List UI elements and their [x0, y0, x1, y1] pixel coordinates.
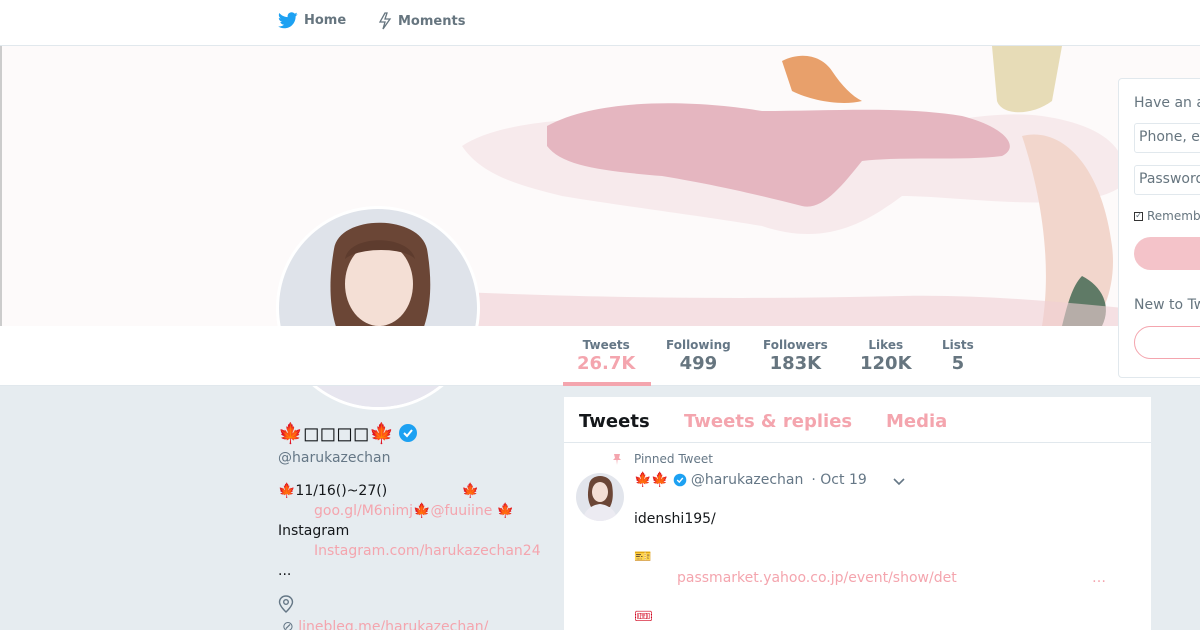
stat-followers[interactable]: Followers 183K — [763, 338, 828, 374]
bio-line-4: Instagram.com/harukazechan24 — [278, 541, 558, 561]
stat-likes-label: Likes — [868, 338, 904, 352]
signup-button[interactable] — [1134, 326, 1200, 359]
tweet-link-more[interactable]: … — [1092, 570, 1106, 586]
bio-line-1-text: 🍁11/16()~27() — [278, 483, 388, 499]
stat-lists-label: Lists — [942, 338, 974, 352]
stat-lists[interactable]: Lists 5 — [942, 338, 974, 374]
stat-following-label: Following — [666, 338, 731, 352]
stat-followers-label: Followers — [763, 338, 828, 352]
stat-tweets-label: Tweets — [582, 338, 630, 352]
profile-handle[interactable]: @harukazechan — [278, 450, 391, 466]
stat-tweets-value: 26.7K — [577, 353, 636, 374]
stat-following[interactable]: Following 499 — [666, 338, 731, 374]
tab-tweets-replies[interactable]: Tweets & replies — [684, 411, 852, 432]
remember-checkbox[interactable]: ✓ — [1134, 211, 1143, 221]
tweet-date[interactable]: · Oct 19 — [811, 472, 866, 488]
nav-moments[interactable]: Moments — [378, 12, 465, 30]
verified-badge-icon — [399, 424, 418, 442]
tab-media[interactable]: Media — [886, 411, 947, 432]
profile-website-text[interactable]: linebleg.me/harukazechan/ — [298, 619, 488, 630]
tweet-author-handle[interactable]: @harukazechan — [691, 472, 804, 488]
bio-line-3: Instagram — [278, 523, 350, 539]
profile-banner[interactable] — [0, 46, 1200, 326]
pin-icon — [613, 454, 621, 465]
tweet-header: 🍁🍁 @harukazechan · Oct 19 — [634, 472, 867, 488]
password-input[interactable]: Password — [1134, 165, 1200, 195]
stat-likes-value: 120K — [860, 353, 912, 374]
nav-moments-label: Moments — [398, 13, 466, 29]
stat-likes[interactable]: Likes 120K — [860, 338, 912, 374]
bird-icon — [278, 12, 298, 29]
profile-stats-bar: Tweets 26.7K Following 499 Followers 183… — [0, 326, 1200, 386]
tweet-avatar[interactable] — [576, 473, 624, 521]
phone-email-input[interactable]: Phone, e — [1134, 123, 1200, 153]
banner-illustration — [2, 46, 1200, 326]
profile-name: 🍁◻◻◻◻🍁 — [278, 421, 418, 445]
ticket-icon-red: 🎟 — [634, 607, 654, 625]
tab-tweets[interactable]: Tweets — [579, 411, 650, 432]
stat-lists-value: 5 — [951, 353, 965, 374]
login-button[interactable] — [1134, 237, 1200, 270]
remember-label: Rememb — [1147, 209, 1200, 223]
tweet-link[interactable]: passmarket.yahoo.co.jp/event/show/det — [677, 570, 957, 586]
bio-link-shortlink[interactable]: goo.gl/M6nimj — [314, 503, 413, 519]
bio-line-1-tail: 🍁 — [461, 483, 480, 499]
nav-home[interactable]: Home — [278, 12, 346, 29]
bio-line-2: goo.gl/M6nimj🍁@fuuiine 🍁 — [278, 501, 558, 521]
profile-bio: 🍁11/16()~27() 🍁 goo.gl/M6nimj🍁@fuuiine 🍁… — [278, 481, 558, 581]
tweet-text: idenshi195/ — [634, 511, 716, 527]
login-panel: Have an a Phone, e Password ✓ Rememb New… — [1118, 78, 1200, 378]
bio-line-2-tail: 🍁 — [496, 503, 515, 519]
bio-line-2-sep: 🍁 — [413, 503, 431, 519]
bio-line-1: 🍁11/16()~27() 🍁 — [278, 481, 558, 501]
stat-tweets[interactable]: Tweets 26.7K — [577, 338, 635, 374]
active-stat-underline — [563, 382, 651, 386]
have-account-text: Have an a — [1134, 95, 1200, 111]
remember-me[interactable]: ✓ Rememb — [1134, 209, 1200, 223]
tweet-verified-icon — [673, 473, 687, 487]
chevron-down-icon[interactable] — [892, 474, 906, 488]
top-navigation: Home Moments — [0, 0, 1200, 46]
new-to-twitter-text: New to Tw — [1134, 297, 1200, 313]
bio-link-mention[interactable]: @fuuiine — [430, 503, 492, 519]
ticket-icon: 🎫 — [634, 549, 652, 565]
lightning-icon — [378, 12, 392, 30]
location-icon — [278, 595, 294, 613]
nav-home-label: Home — [304, 13, 347, 28]
bio-link-instagram[interactable]: Instagram.com/harukazechan24 — [314, 543, 541, 559]
timeline: Tweets Tweets & replies Media Pinned Twe… — [564, 397, 1151, 630]
bio-line-5: ... — [278, 563, 292, 579]
profile-name-text: 🍁◻◻◻◻🍁 — [278, 421, 395, 445]
tweet-avatar-photo — [576, 473, 624, 521]
stat-followers-value: 183K — [769, 353, 822, 374]
pinned-tweet-label: Pinned Tweet — [634, 452, 713, 466]
link-icon: ⊘ — [282, 619, 294, 630]
timeline-tabs: Tweets Tweets & replies Media — [564, 397, 1151, 443]
stat-following-value: 499 — [679, 353, 718, 374]
tweet-author-name[interactable]: 🍁🍁 — [634, 472, 669, 488]
profile-website[interactable]: ⊘ linebleg.me/harukazechan/ — [282, 619, 488, 630]
